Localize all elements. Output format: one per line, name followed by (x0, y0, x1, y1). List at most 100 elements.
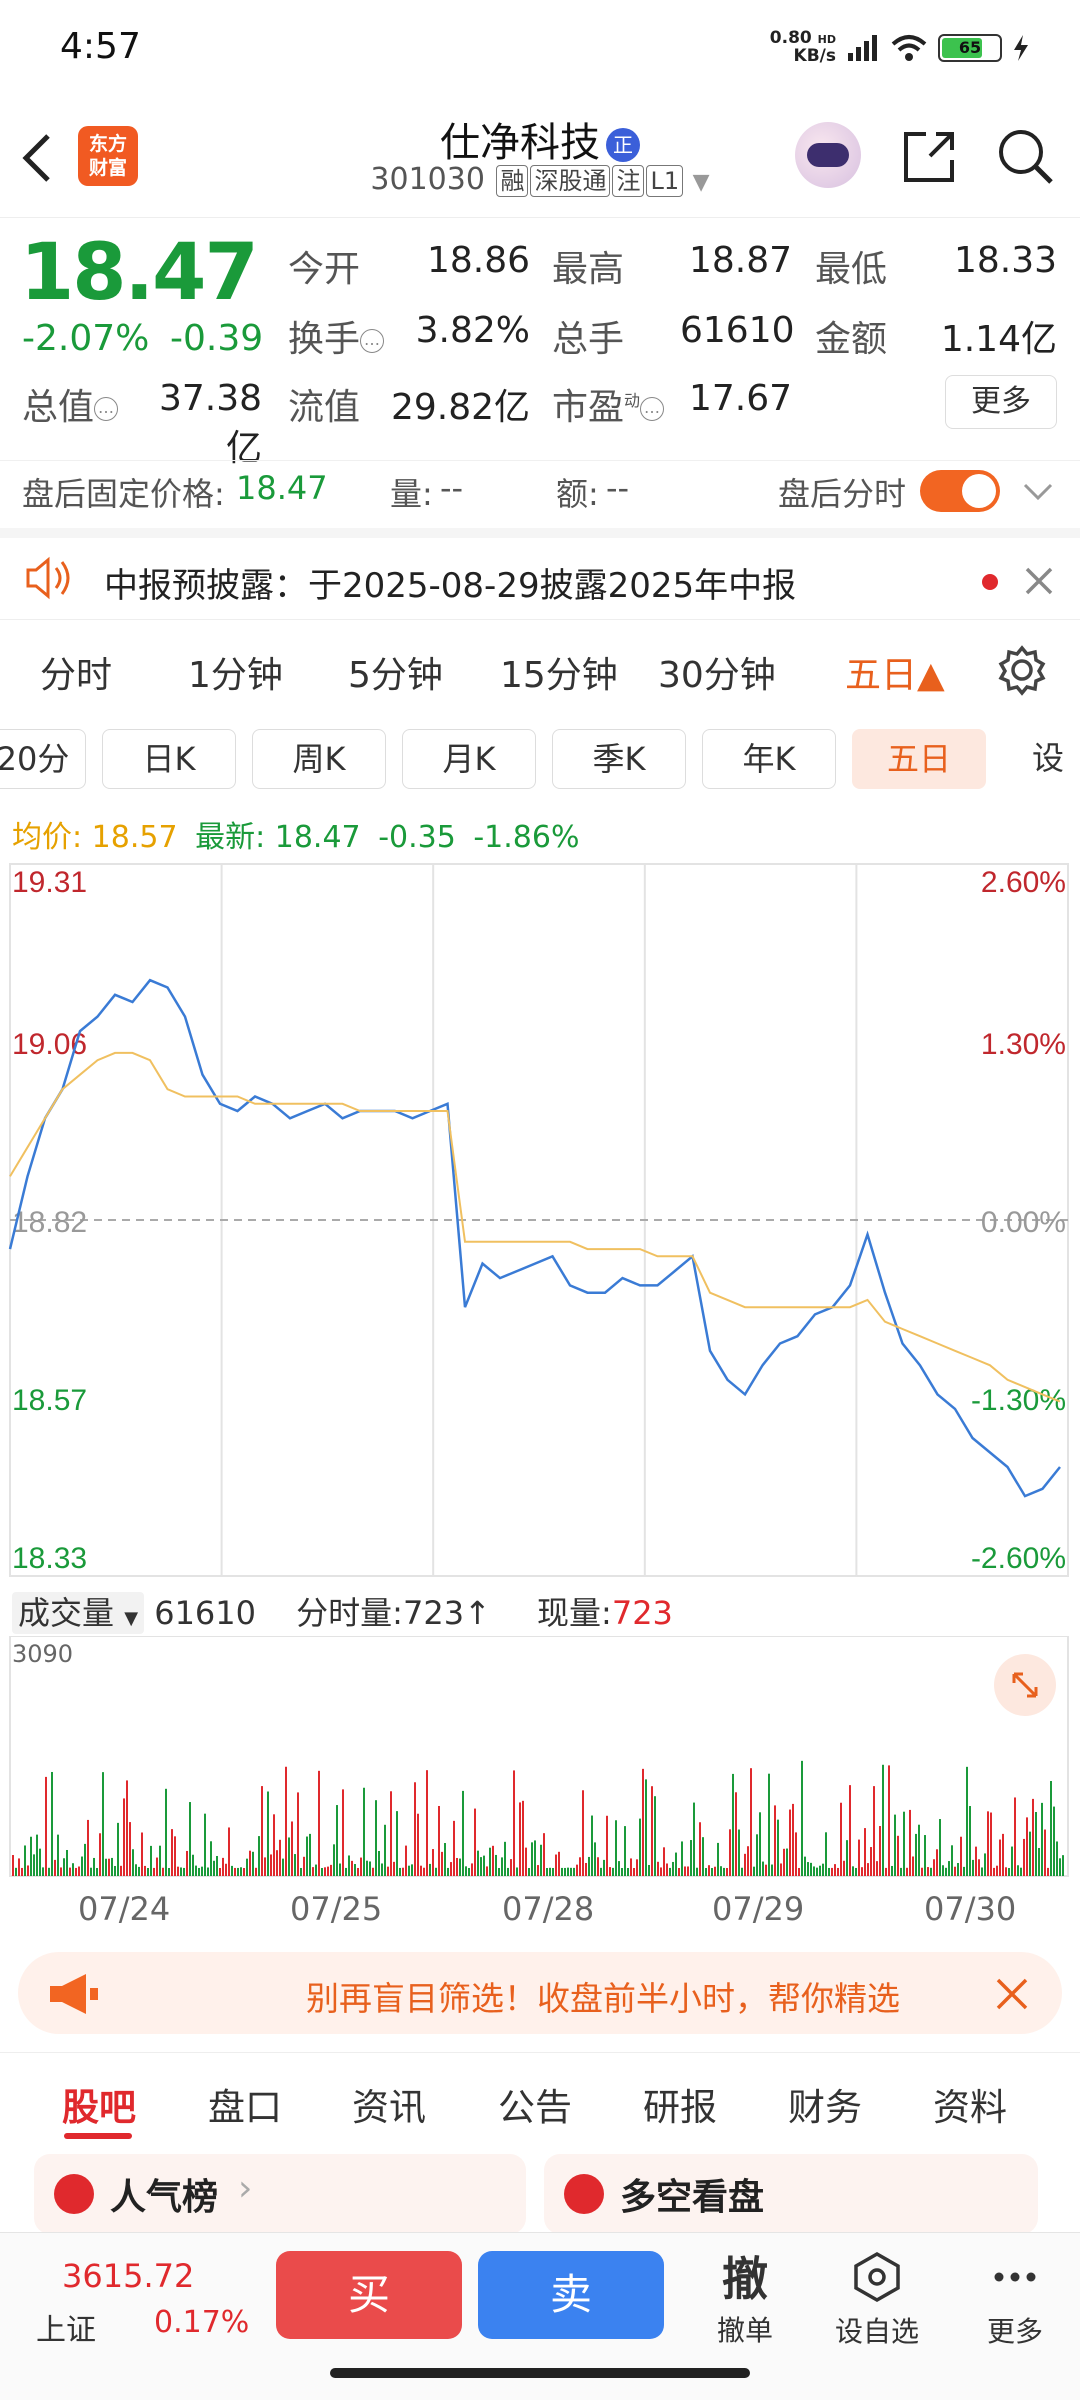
tab-intraday[interactable]: 分时 (40, 646, 112, 698)
megaphone-icon (50, 1974, 98, 2014)
volume-bar (852, 1866, 854, 1876)
volume-bar (918, 1824, 920, 1876)
volume-bar (84, 1843, 86, 1876)
tab-month-k[interactable]: 月K (402, 729, 536, 789)
volume-bar (204, 1813, 206, 1876)
tab-15min[interactable]: 15分钟 (500, 646, 618, 698)
ai-assistant-icon[interactable] (795, 122, 861, 188)
tab-announcements[interactable]: 公告 (498, 2077, 572, 2131)
tab-week-k[interactable]: 周K (252, 729, 386, 789)
volume-bar (39, 1848, 41, 1876)
volume-bar (27, 1865, 29, 1876)
tab-20min[interactable]: 20分 (0, 729, 86, 789)
volume-bar (321, 1867, 323, 1876)
volume-bar (330, 1864, 332, 1876)
tab-pankou[interactable]: 盘口 (208, 2077, 282, 2131)
share-icon (904, 132, 954, 182)
volume-bar (948, 1861, 950, 1876)
buy-button[interactable]: 买 (276, 2251, 462, 2339)
volume-bar (360, 1857, 362, 1876)
tab-30min[interactable]: 30分钟 (658, 646, 776, 698)
volume-bar (408, 1865, 410, 1876)
volume-bar (810, 1862, 812, 1876)
tab-five-day[interactable]: 五日▲ (845, 646, 945, 698)
volume-chart[interactable] (0, 1636, 1080, 1886)
volume-bar (390, 1791, 392, 1876)
volume-selector[interactable]: 成交量 ▼ (12, 1592, 145, 1634)
volume-bar (429, 1863, 431, 1876)
close-icon[interactable] (1022, 564, 1056, 598)
add-watchlist-button[interactable]: 设自选 (822, 2251, 932, 2350)
tab-profile[interactable]: 资料 (933, 2077, 1007, 2131)
tab-financials[interactable]: 财务 (788, 2077, 862, 2131)
banner-text: 别再盲目筛选！收盘前半小时，帮你精选 (306, 1979, 900, 2018)
y-tick-left: 18.33 (12, 1542, 87, 1575)
volume-bar (126, 1780, 128, 1876)
search-button[interactable] (995, 126, 1055, 186)
volume-bar (225, 1863, 227, 1876)
chevron-down-icon[interactable] (1022, 481, 1054, 503)
volume-bar (843, 1860, 845, 1876)
volume-bar (507, 1867, 509, 1876)
latest-value: 18.47 (274, 820, 361, 855)
volume-bar (861, 1867, 863, 1876)
tab-quarter-k[interactable]: 季K (552, 729, 686, 789)
volume-bar (690, 1840, 692, 1876)
volume-bar (171, 1829, 173, 1876)
price-chart[interactable]: 19.3119.0618.8218.5718.332.60%1.30%0.00%… (0, 860, 1080, 1580)
more-button[interactable]: 更多 (960, 2251, 1070, 2350)
volume-bar (30, 1836, 32, 1876)
tab-1min[interactable]: 1分钟 (188, 646, 283, 698)
tab-research[interactable]: 研报 (643, 2077, 717, 2131)
notice-bar[interactable]: 中报预披露：于2025-08-29披露2025年中报 (0, 528, 1080, 620)
tab-day-k[interactable]: 日K (102, 729, 236, 789)
volume-bar (300, 1867, 302, 1876)
long-short-card[interactable]: 多空看盘 (544, 2154, 1038, 2234)
volume-bar (450, 1862, 452, 1876)
volume-bar (777, 1819, 779, 1876)
share-button[interactable] (900, 128, 958, 186)
volume-bar (615, 1820, 617, 1876)
tab-five-day-k[interactable]: 五日 (852, 729, 986, 789)
volume-bar (987, 1811, 989, 1876)
volume-bar (867, 1863, 869, 1876)
dropdown-icon: ▼ (124, 1608, 139, 1629)
sell-button[interactable]: 卖 (478, 2251, 664, 2339)
volume-bar (660, 1867, 662, 1876)
popularity-card[interactable]: 人气榜 › (34, 2154, 526, 2234)
y-tick-right: -1.30% (971, 1384, 1066, 1417)
tab-5min[interactable]: 5分钟 (348, 646, 443, 698)
volume-bar (729, 1829, 731, 1876)
tab-guba[interactable]: 股吧 (62, 2077, 136, 2131)
cancel-order-button[interactable]: 撤 撤单 (690, 2243, 800, 2349)
volume-bar (447, 1867, 449, 1876)
after-hours-toggle[interactable] (920, 470, 1000, 512)
close-icon[interactable] (994, 1976, 1030, 2012)
volume-bar (831, 1867, 833, 1876)
volume-bar (345, 1867, 347, 1876)
volume-bar (309, 1833, 311, 1876)
volume-bar (951, 1845, 953, 1876)
turnover-value: 3.82% (415, 310, 530, 351)
volume-bar (18, 1858, 20, 1876)
tab-settings[interactable]: 设 (1004, 729, 1080, 789)
volume-bar (519, 1802, 521, 1876)
more-quote-button[interactable]: 更多 (945, 375, 1057, 429)
volume-bar (1032, 1798, 1034, 1876)
x-label-0724: 07/24 (78, 1890, 171, 1928)
tab-news[interactable]: 资讯 (352, 2077, 426, 2131)
gear-icon[interactable] (996, 644, 1048, 696)
volume-bar (888, 1765, 890, 1876)
tab-year-k[interactable]: 年K (702, 729, 836, 789)
volume-bar (591, 1815, 593, 1876)
promo-banner[interactable]: 别再盲目筛选！收盘前半小时，帮你精选 (18, 1952, 1062, 2034)
volume-bar (1017, 1865, 1019, 1876)
volume-bar (375, 1800, 377, 1876)
volume-bar (495, 1854, 497, 1876)
volume-bar (783, 1848, 785, 1876)
tag-margin: 融 (496, 165, 529, 197)
expand-button[interactable] (994, 1654, 1056, 1716)
volume-bar (849, 1785, 851, 1876)
index-value[interactable]: 3615.72 (62, 2257, 194, 2295)
volume-bar (606, 1815, 608, 1876)
